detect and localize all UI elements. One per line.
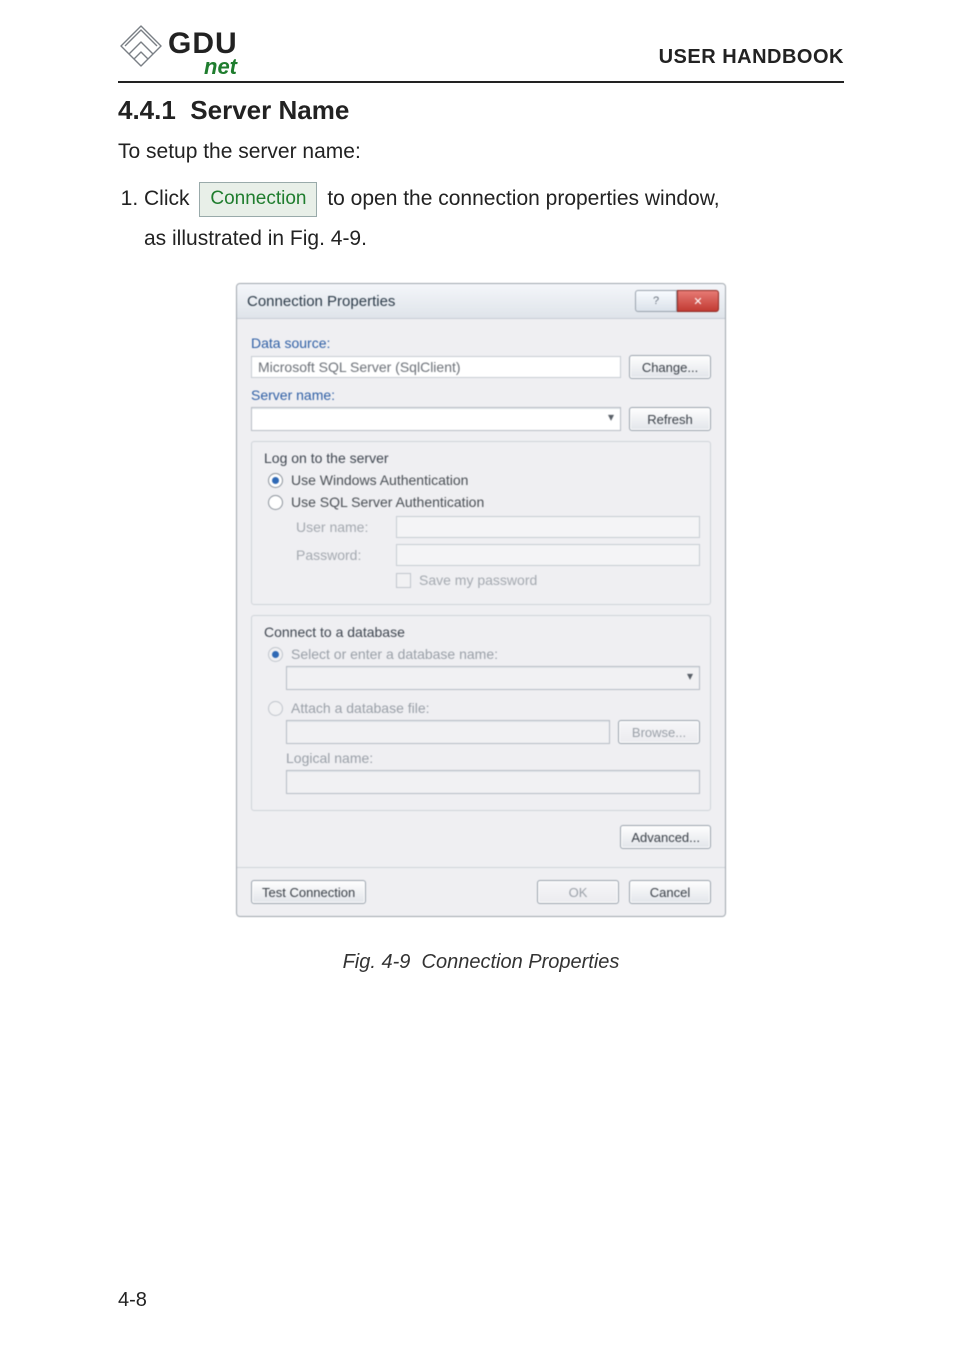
logical-name-label: Logical name: [286,750,700,766]
logo-text-sub: net [204,57,238,78]
server-name-input[interactable] [251,407,621,431]
data-source-label: Data source: [251,335,711,351]
database-group: Connect to a database Select or enter a … [251,615,711,811]
auth-sql-radio[interactable]: Use SQL Server Authentication [268,494,700,510]
user-name-input [396,516,700,538]
section-intro: To setup the server name: [118,140,844,164]
logon-group-title: Log on to the server [260,450,393,466]
save-password-checkbox [396,573,411,588]
auth-windows-radio[interactable]: Use Windows Authentication [268,472,700,488]
radio-icon [268,647,283,662]
logical-name-input [286,770,700,794]
refresh-button[interactable]: Refresh [629,407,711,431]
steps-list: Click Connection to open the connection … [118,182,844,216]
radio-icon [268,473,283,488]
page-header: GDU net USER HANDBOOK [118,28,844,75]
logon-group: Log on to the server Use Windows Authent… [251,441,711,605]
section-title: Server Name [190,95,349,125]
server-name-label: Server name: [251,387,711,403]
dialog-titlebar: Connection Properties ? ✕ [237,284,725,319]
connection-button-inline[interactable]: Connection [199,182,317,216]
password-label: Password: [296,547,386,563]
advanced-button[interactable]: Advanced... [620,825,711,849]
step-1-continuation: as illustrated in Fig. 4-9. [144,223,844,256]
database-group-title: Connect to a database [260,624,409,640]
section-number: 4.4.1 [118,95,176,125]
change-button[interactable]: Change... [629,355,711,379]
page-number: 4-8 [118,1289,147,1312]
doc-title: USER HANDBOOK [659,46,844,69]
test-connection-button[interactable]: Test Connection [251,880,366,904]
browse-button: Browse... [618,720,700,744]
figure-caption: Fig. 4-9 Connection Properties [118,951,844,974]
logo: GDU net [118,28,238,75]
save-password-label: Save my password [419,572,537,588]
db-attach-radio[interactable]: Attach a database file: [268,700,700,716]
radio-icon [268,701,283,716]
logo-icon [118,23,164,69]
data-source-field: Microsoft SQL Server (SqlClient) [251,356,621,378]
help-icon[interactable]: ? [635,290,677,312]
dialog-screenshot: Connection Properties ? ✕ Data source: M… [236,283,726,917]
dialog-footer: Test Connection OK Cancel [237,867,725,916]
close-icon[interactable]: ✕ [677,290,719,312]
database-name-input [286,666,700,690]
radio-icon [268,495,283,510]
password-input [396,544,700,566]
ok-button: OK [537,880,619,904]
dialog-title: Connection Properties [247,293,395,310]
step-1: Click Connection to open the connection … [144,182,844,216]
header-rule [118,81,844,83]
section-heading: 4.4.1 Server Name [118,95,844,126]
attach-file-input [286,720,610,744]
cancel-button[interactable]: Cancel [629,880,711,904]
user-name-label: User name: [296,519,386,535]
db-select-radio[interactable]: Select or enter a database name: [268,646,700,662]
